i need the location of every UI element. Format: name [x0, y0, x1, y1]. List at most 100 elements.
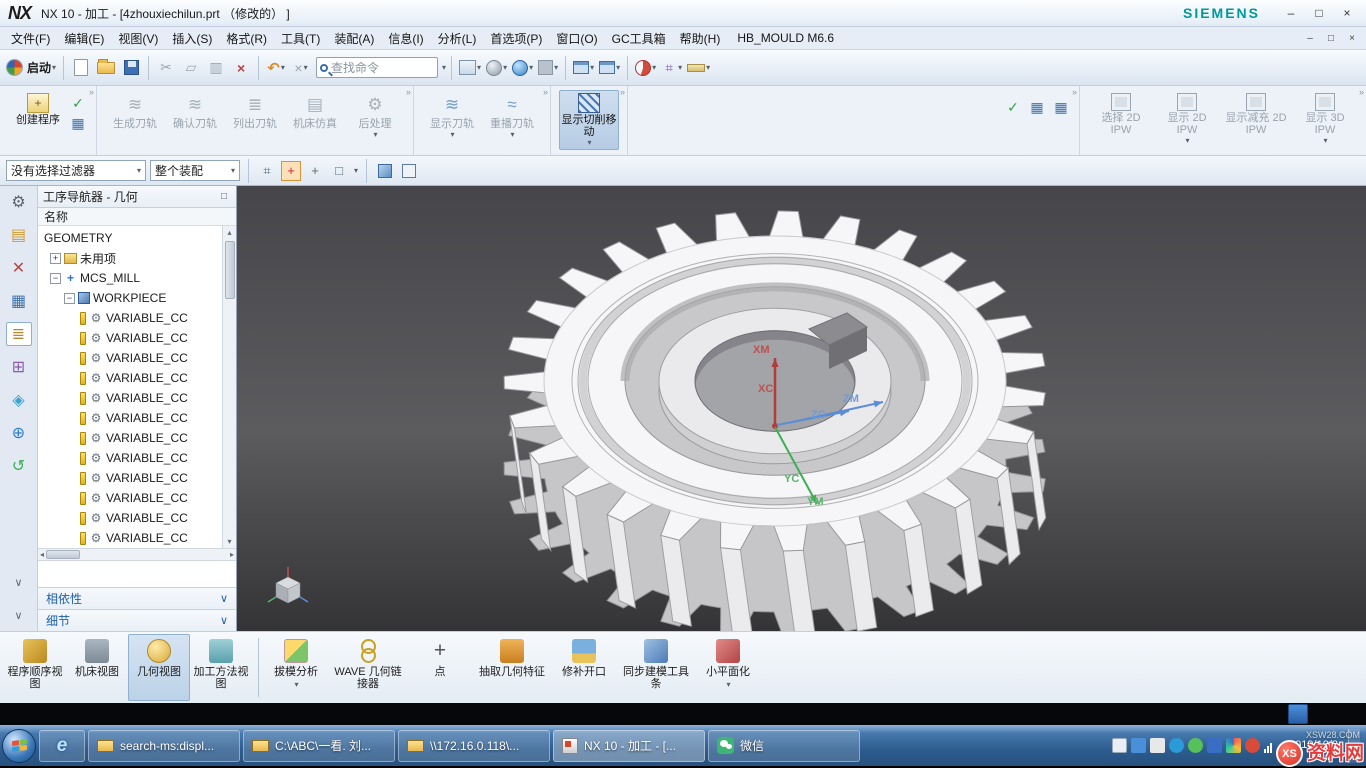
- check-icon[interactable]: ✓: [1003, 98, 1023, 116]
- ie-taskbar-button[interactable]: e: [39, 730, 85, 762]
- group-overflow-button[interactable]: »: [1072, 87, 1077, 97]
- role-button[interactable]: ▾: [633, 55, 658, 81]
- tray-app-icon-1[interactable]: [1131, 738, 1146, 753]
- tree-node-mcs-mill[interactable]: − + MCS_MILL: [40, 268, 220, 288]
- child-close-button[interactable]: ×: [1342, 31, 1362, 46]
- tree-node-workpiece[interactable]: − WORKPIECE: [40, 288, 220, 308]
- program-order-view-button[interactable]: 程序顺序视图: [4, 634, 66, 701]
- tree-vertical-scrollbar[interactable]: ▴ ▾: [222, 226, 236, 548]
- workpiece-grid-icon[interactable]: ▦: [68, 114, 88, 132]
- window-layout-button[interactable]: ▾: [457, 55, 483, 81]
- tree-node-operation[interactable]: ⚙VARIABLE_CC: [40, 348, 220, 368]
- search-input[interactable]: [331, 61, 434, 75]
- menu-tools[interactable]: 工具(T): [274, 27, 327, 50]
- selection-rectangle-dropdown[interactable]: ▾: [354, 167, 358, 175]
- view-triad[interactable]: [265, 564, 311, 610]
- tray-app-icon-2[interactable]: [1150, 738, 1165, 753]
- constraint-navigator-icon[interactable]: ✕: [6, 256, 32, 280]
- start-button[interactable]: 启动 ▾: [4, 55, 58, 81]
- shaded-view-icon[interactable]: [375, 161, 395, 181]
- show-filled-2d-ipw-button[interactable]: 显示减充 2D IPW: [1220, 90, 1292, 139]
- menu-edit[interactable]: 编辑(E): [57, 27, 111, 50]
- tray-app-icon-7[interactable]: [1245, 738, 1260, 753]
- taskbar-window-abc[interactable]: C:\ABC\一看. 刘...: [243, 730, 395, 762]
- tree-node-operation[interactable]: ⚙VARIABLE_CC: [40, 388, 220, 408]
- postprocess-button[interactable]: ⚙ 后处理 ▾: [345, 90, 405, 142]
- paste-button[interactable]: ▥: [204, 55, 228, 81]
- selection-filter-dropdown[interactable]: 没有选择过滤器 ▾: [6, 160, 146, 181]
- scrollbar-thumb[interactable]: [46, 550, 80, 559]
- scroll-left-icon[interactable]: ◂: [40, 548, 44, 561]
- strip-expand-top-icon[interactable]: ∨: [6, 570, 32, 594]
- scroll-down-icon[interactable]: ▾: [227, 535, 231, 548]
- grid-b-icon[interactable]: ▦: [1051, 98, 1071, 116]
- group-overflow-button[interactable]: »: [1359, 87, 1364, 97]
- save-button[interactable]: [119, 55, 143, 81]
- child-minimize-button[interactable]: –: [1300, 31, 1320, 46]
- verify-toolpath-button[interactable]: ≋ 确认刀轨: [165, 90, 225, 133]
- taskbar-window-network-share[interactable]: \\172.16.0.118\...: [398, 730, 550, 762]
- geometry-view-button[interactable]: 几何视图: [128, 634, 190, 701]
- navigator-column-header[interactable]: 名称: [38, 208, 236, 226]
- collapse-minus-icon[interactable]: −: [50, 273, 61, 284]
- list-toolpath-button[interactable]: ≣ 列出刀轨: [225, 90, 285, 133]
- menu-information[interactable]: 信息(I): [381, 27, 430, 50]
- menu-format[interactable]: 格式(R): [219, 27, 274, 50]
- menu-hb-mould[interactable]: HB_MOULD M6.6: [727, 28, 844, 48]
- tray-keyboard-icon[interactable]: [1112, 738, 1127, 753]
- graphics-viewport[interactable]: XM XC ZM ZC YC YM: [237, 186, 1366, 631]
- history-icon[interactable]: ↺: [6, 454, 32, 478]
- tree-horizontal-scrollbar[interactable]: ◂ ▸: [38, 548, 236, 561]
- tree-node-operation[interactable]: ⚙VARIABLE_CC: [40, 468, 220, 488]
- tree-node-geometry[interactable]: GEOMETRY: [40, 228, 220, 248]
- machining-method-view-button[interactable]: 加工方法视图: [190, 634, 252, 701]
- menu-assemblies[interactable]: 装配(A): [327, 27, 381, 50]
- menu-gc-toolbox[interactable]: GC工具箱: [605, 27, 673, 50]
- tray-app-icon-4[interactable]: [1188, 738, 1203, 753]
- snap-point-icon[interactable]: +: [281, 161, 301, 181]
- tree-node-operation[interactable]: ⚙VARIABLE_CC: [40, 368, 220, 388]
- grid-a-icon[interactable]: ▦: [1027, 98, 1047, 116]
- group-overflow-button[interactable]: »: [406, 87, 411, 97]
- point-on-curve-icon[interactable]: +: [305, 161, 325, 181]
- synchronous-modeling-button[interactable]: 同步建模工具条: [615, 634, 697, 701]
- operation-navigator-icon[interactable]: ≣: [6, 322, 32, 346]
- measure-button[interactable]: ▾: [685, 55, 712, 81]
- child-restore-button[interactable]: □: [1321, 31, 1341, 46]
- show-cutting-moves-button[interactable]: 显示切削移动 ▾: [559, 90, 619, 150]
- scrollbar-thumb[interactable]: [225, 241, 235, 299]
- resource-settings-gear-icon[interactable]: ⚙: [6, 190, 32, 214]
- selection-scope-dropdown[interactable]: 整个装配 ▾: [150, 160, 240, 181]
- window-a-button[interactable]: ▾: [571, 55, 596, 81]
- strip-expand-bottom-icon[interactable]: ∨: [6, 603, 32, 627]
- machine-tool-view-button[interactable]: 机床视图: [66, 634, 128, 701]
- group-overflow-button[interactable]: »: [89, 87, 94, 97]
- hd3d-tools-icon[interactable]: ◈: [6, 388, 32, 412]
- menu-analysis[interactable]: 分析(L): [431, 27, 484, 50]
- group-overflow-button[interactable]: »: [620, 87, 625, 97]
- cancel-button[interactable]: ×▾: [289, 55, 313, 81]
- extract-geometry-button[interactable]: 抽取几何特征: [471, 634, 553, 701]
- taskbar-window-nx[interactable]: NX 10 - 加工 - [...: [553, 730, 705, 762]
- tray-app-icon-6[interactable]: [1226, 738, 1241, 753]
- verify-icon[interactable]: ✓: [68, 94, 88, 112]
- draft-analysis-button[interactable]: 拔模分析 ▾: [265, 634, 327, 701]
- scroll-right-icon[interactable]: ▸: [230, 548, 234, 561]
- tree-node-operation[interactable]: ⚙VARIABLE_CC: [40, 328, 220, 348]
- replay-toolpath-button[interactable]: ≈ 重播刀轨 ▾: [482, 90, 542, 142]
- tree-node-operation[interactable]: ⚙VARIABLE_CC: [40, 448, 220, 468]
- group-overflow-button[interactable]: »: [543, 87, 548, 97]
- open-button[interactable]: [94, 55, 118, 81]
- window-b-button[interactable]: ▾: [597, 55, 622, 81]
- tree-node-unused[interactable]: + 未用项: [40, 248, 220, 268]
- maximize-button[interactable]: □: [1306, 4, 1332, 22]
- collapse-minus-icon[interactable]: −: [64, 293, 75, 304]
- expand-plus-icon[interactable]: +: [50, 253, 61, 264]
- part-navigator-icon[interactable]: ▦: [6, 289, 32, 313]
- tree-node-operation[interactable]: ⚙VARIABLE_CC: [40, 528, 220, 548]
- render-style-button[interactable]: ▾: [484, 55, 509, 81]
- menu-help[interactable]: 帮助(H): [673, 27, 728, 50]
- selection-rectangle-icon[interactable]: □: [329, 161, 349, 181]
- scroll-up-icon[interactable]: ▴: [227, 226, 231, 239]
- taskbar-window-wechat[interactable]: 微信: [708, 730, 860, 762]
